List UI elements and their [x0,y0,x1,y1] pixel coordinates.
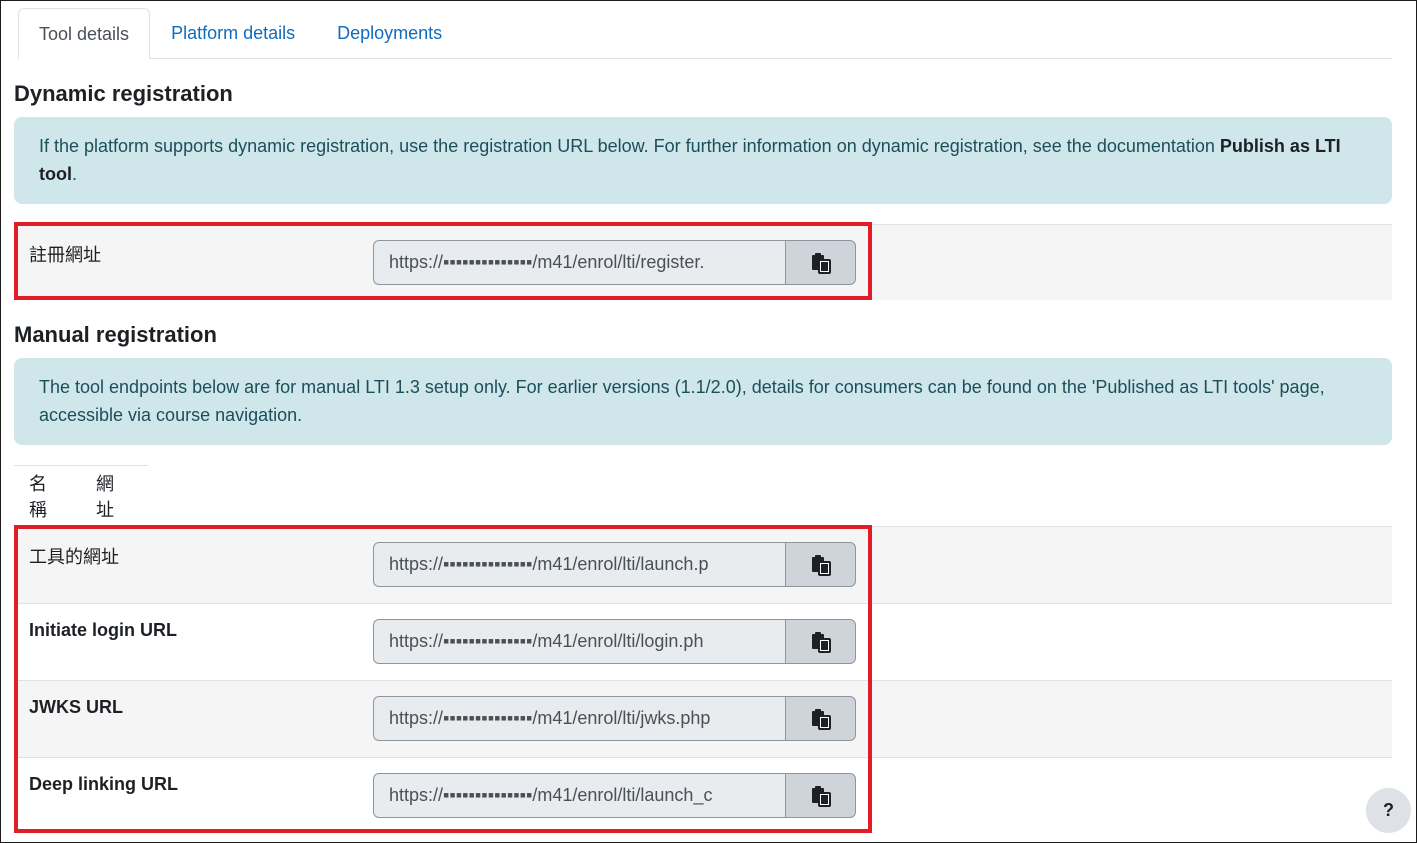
copy-registration-url-button[interactable] [785,240,856,285]
dynamic-info-text: If the platform supports dynamic registr… [39,136,1220,156]
table-row: Deep linking URL [14,757,1392,833]
tab-deployments[interactable]: Deployments [316,8,463,58]
registration-url-input[interactable] [373,240,785,285]
jwks-url-field [373,696,856,741]
table-row: JWKS URL [14,680,1392,757]
initiate-login-url-input[interactable] [373,619,785,664]
copy-initiate-login-url-button[interactable] [785,619,856,664]
dynamic-registration-heading: Dynamic registration [14,81,233,106]
tool-url-field [373,542,856,587]
help-button[interactable]: ? [1366,788,1411,833]
deep-linking-url-label: Deep linking URL [29,774,179,794]
column-header-name: 名稱 [29,474,47,520]
tab-platform-details[interactable]: Platform details [150,8,316,58]
registration-url-row: 註冊網址 [14,224,1392,300]
clipboard-icon [811,785,831,807]
dynamic-info-end: . [72,164,78,184]
clipboard-icon [811,708,831,730]
dynamic-registration-info: If the platform supports dynamic registr… [14,117,1392,204]
clipboard-icon [811,554,831,576]
tool-url-input[interactable] [373,542,785,587]
tab-tool-details[interactable]: Tool details [18,8,151,59]
manual-registration-heading: Manual registration [14,322,217,347]
copy-deep-linking-url-button[interactable] [785,773,856,818]
copy-jwks-url-button[interactable] [785,696,856,741]
tool-url-label: 工具的網址 [29,547,119,567]
table-row: 工具的網址 [14,526,1392,603]
deep-linking-url-input[interactable] [373,773,785,818]
initiate-login-url-field [373,619,856,664]
registration-url-label: 註冊網址 [29,245,101,265]
deep-linking-url-field [373,773,856,818]
column-header-url: 網址 [96,474,114,520]
initiate-login-url-label: Initiate login URL [29,620,177,640]
table-row: Initiate login URL [14,603,1392,680]
clipboard-icon [811,252,831,274]
jwks-url-label: JWKS URL [29,697,123,717]
registration-url-field [373,240,856,285]
copy-tool-url-button[interactable] [785,542,856,587]
manual-registration-info: The tool endpoints below are for manual … [14,358,1392,445]
tab-bar: Tool details Platform details Deployment… [18,8,1392,59]
jwks-url-input[interactable] [373,696,785,741]
endpoints-table-header: 名稱 網址 [14,465,148,526]
clipboard-icon [811,631,831,653]
